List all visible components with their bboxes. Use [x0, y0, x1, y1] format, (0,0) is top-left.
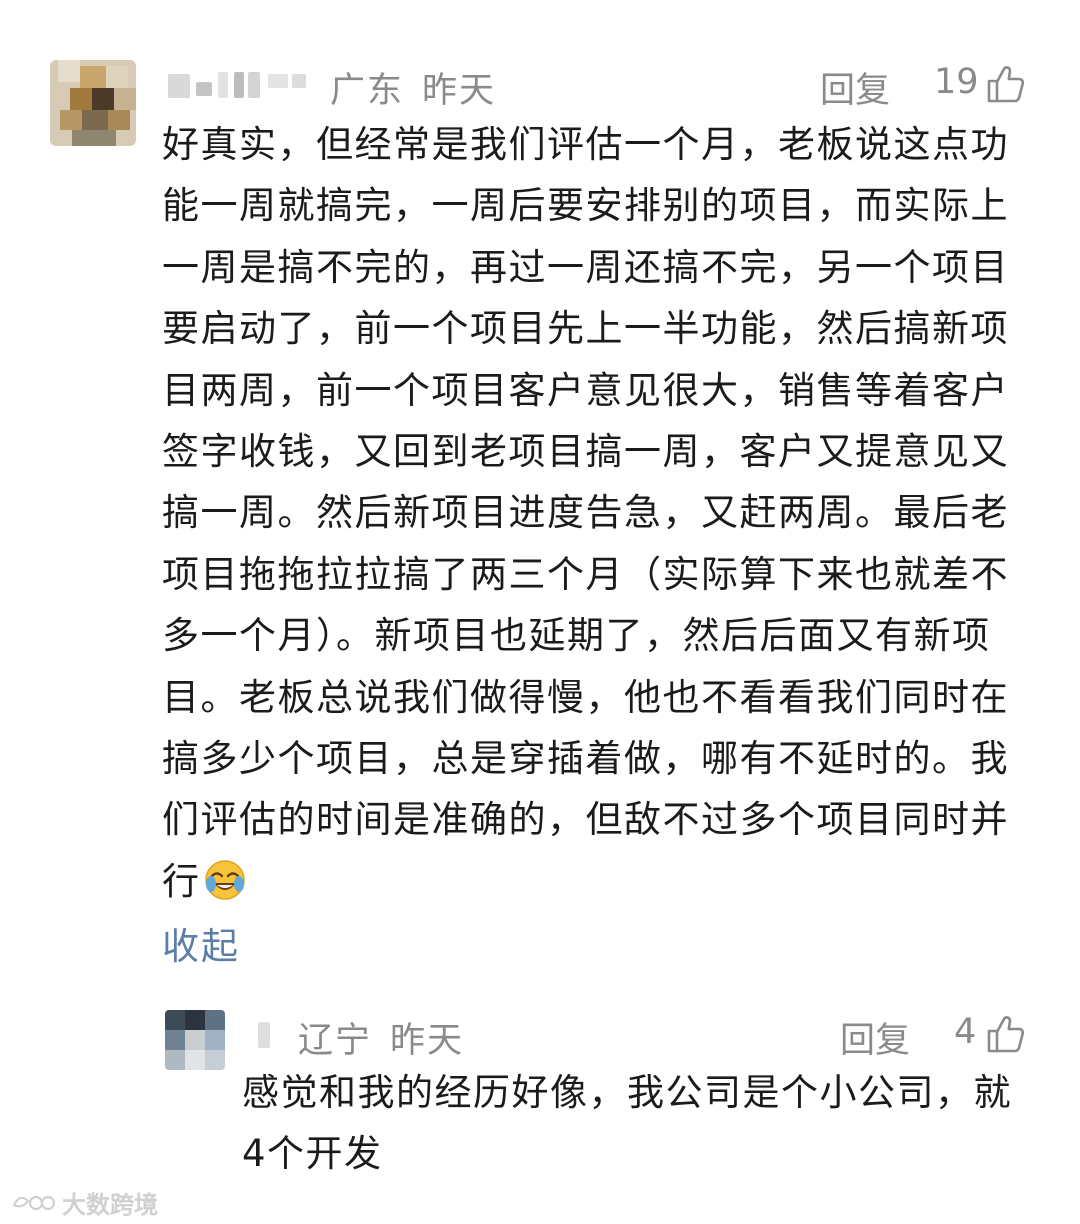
location-label: 辽宁 [298, 1021, 373, 1061]
like-count: 19 [934, 62, 979, 102]
watermark-logo-icon [12, 1195, 56, 1211]
reply-button[interactable]: 回复 [820, 62, 890, 113]
watermark: 大数跨境 [10, 1184, 158, 1220]
collapse-link[interactable]: 收起 [162, 916, 240, 970]
comment-thread: 广东 昨天 回复 19 好真实，但经常是我们评估一个月，老板说这点功能一周就搞完，… [0, 0, 1080, 1224]
location-label: 广东 [330, 71, 405, 111]
username-blurred[interactable] [168, 70, 308, 98]
comment-body: 好真实，但经常是我们评估一个月，老板说这点功能一周就搞完，一周后要安排别的项目，… [162, 123, 1009, 903]
time-label: 昨天 [390, 1021, 465, 1061]
like-count: 4 [954, 1012, 977, 1052]
comment-meta: 辽宁 昨天 [298, 1012, 464, 1063]
watermark-text: 大数跨境 [62, 1190, 158, 1219]
reply-text: 感觉和我的经历好像，我公司是个小公司，就4个开发 [242, 1071, 1012, 1176]
comment-text: 好真实，但经常是我们评估一个月，老板说这点功能一周就搞完，一周后要安排别的项目，… [162, 114, 1024, 912]
comment-meta: 广东 昨天 [330, 62, 496, 113]
time-label: 昨天 [422, 71, 497, 111]
thumbs-up-icon[interactable] [986, 64, 1026, 104]
avatar[interactable] [165, 1010, 225, 1070]
reply-button[interactable]: 回复 [840, 1012, 910, 1063]
username-blurred[interactable] [258, 1022, 278, 1050]
avatar[interactable] [50, 60, 136, 146]
thumbs-up-icon[interactable] [986, 1014, 1026, 1054]
crying-laughing-emoji [204, 860, 245, 900]
